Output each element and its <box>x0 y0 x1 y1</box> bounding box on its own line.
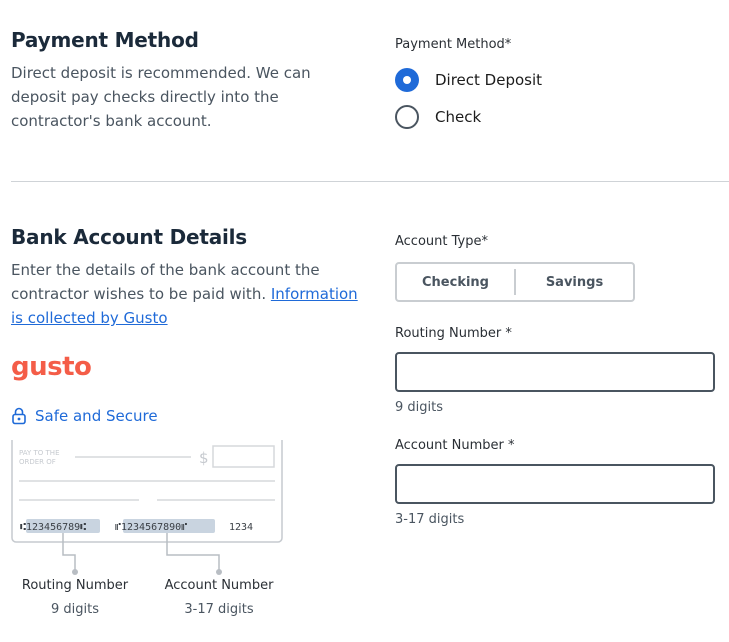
radio-direct-deposit-label: Direct Deposit <box>435 71 543 89</box>
check-routing-digits: ⑆123456789⑆ <box>20 522 86 533</box>
gusto-logo: gusto <box>11 352 92 382</box>
check-pay-to-line2: ORDER OF <box>19 458 56 466</box>
radio-check[interactable]: Check <box>395 105 481 129</box>
radio-direct-deposit[interactable]: Direct Deposit <box>395 68 542 92</box>
account-number-label: Account Number * <box>395 438 515 453</box>
routing-number-input[interactable] <box>395 352 715 392</box>
account-number-input[interactable] <box>395 464 715 504</box>
check-number: 1234 <box>229 522 253 533</box>
account-type-label: Account Type* <box>395 234 488 249</box>
check-image: PAY TO THE ORDER OF $ ⑆123456789⑆ ⑈12345… <box>11 440 283 543</box>
routing-number-caption-sub: 9 digits <box>50 602 99 617</box>
section-divider <box>11 181 729 182</box>
account-number-caption: Account Number <box>164 578 274 593</box>
check-illustration: PAY TO THE ORDER OF $ ⑆123456789⑆ ⑈12345… <box>11 440 283 575</box>
radio-check-label: Check <box>435 108 482 126</box>
radio-unchecked-icon[interactable] <box>395 105 419 129</box>
account-type-toggle: Checking Savings <box>395 262 635 302</box>
bank-account-description: Enter the details of the bank account th… <box>11 258 361 330</box>
payment-method-description: Direct deposit is recommended. We can de… <box>11 64 311 130</box>
bank-account-title: Bank Account Details <box>11 225 248 249</box>
account-type-checking-button[interactable]: Checking <box>397 264 514 300</box>
check-pay-to-line1: PAY TO THE <box>19 449 60 457</box>
account-number-caption-sub: 3-17 digits <box>184 602 254 617</box>
routing-number-caption: Routing Number <box>21 578 129 593</box>
account-type-savings-button[interactable]: Savings <box>516 264 633 300</box>
payment-method-label: Payment Method* <box>395 37 512 52</box>
routing-number-label: Routing Number * <box>395 326 512 341</box>
account-number-hint: 3-17 digits <box>395 512 465 527</box>
check-currency: $ <box>199 449 209 467</box>
radio-checked-icon[interactable] <box>395 68 419 92</box>
payment-method-title: Payment Method <box>11 28 199 52</box>
check-account-digits: ⑈1234567890⑈ <box>115 522 187 533</box>
safe-and-secure-label: Safe and Secure <box>35 407 158 425</box>
routing-number-hint: 9 digits <box>395 400 444 415</box>
safe-and-secure: Safe and Secure <box>11 407 158 425</box>
lock-icon <box>12 407 26 425</box>
